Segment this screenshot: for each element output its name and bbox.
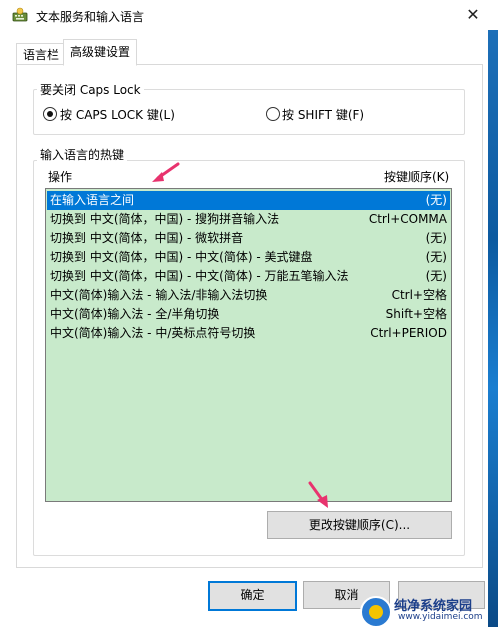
column-header-key-sequence: 按键顺序(K) [384, 170, 450, 184]
hotkey-row[interactable]: 切换到 中文(简体，中国) - 中文(简体) - 万能五笔输入法 (无) [47, 267, 450, 286]
hotkey-action: 在输入语言之间 [50, 193, 135, 207]
tab-language-bar[interactable]: 语言栏 [16, 43, 67, 66]
hotkey-keys: Ctrl+空格 [391, 288, 447, 302]
shift-radio[interactable] [266, 107, 280, 121]
hotkey-row[interactable]: 中文(简体)输入法 - 输入法/非输入法切换 Ctrl+空格 [47, 286, 450, 305]
watermark-logo-icon [360, 596, 392, 628]
annotation-arrow-icon [152, 162, 180, 182]
column-header-action: 操作 [48, 170, 73, 184]
change-key-sequence-button[interactable]: 更改按键顺序(C)... [267, 511, 452, 539]
annotation-arrow-icon [308, 481, 328, 508]
hotkey-row[interactable]: 切换到 中文(简体，中国) - 搜狗拼音输入法 Ctrl+COMMA [47, 210, 450, 229]
hotkey-row[interactable]: 中文(简体)输入法 - 全/半角切换 Shift+空格 [47, 305, 450, 324]
radio-selected-dot [47, 111, 53, 117]
title-bar[interactable]: 文本服务和输入语言 ✕ [0, 0, 498, 30]
hotkey-action: 中文(简体)输入法 - 中/英标点符号切换 [50, 326, 256, 340]
shift-radio-label[interactable]: 按 SHIFT 键(F) [282, 106, 364, 123]
tab-advanced-key-settings[interactable]: 高级键设置 [63, 39, 138, 66]
caps-lock-group-legend: 要关闭 Caps Lock [37, 81, 144, 98]
window-title: 文本服务和输入语言 [36, 10, 145, 24]
hotkey-row[interactable]: 在输入语言之间 (无) [47, 191, 450, 210]
hotkey-keys: (无) [425, 193, 447, 207]
keyboard-app-icon [12, 7, 28, 22]
hotkeys-list[interactable]: 在输入语言之间 (无) 切换到 中文(简体，中国) - 搜狗拼音输入法 Ctrl… [45, 188, 452, 502]
hotkey-action: 切换到 中文(简体，中国) - 中文(简体) - 万能五笔输入法 [50, 269, 349, 283]
close-icon[interactable]: ✕ [462, 4, 484, 26]
hotkey-keys: Ctrl+COMMA [368, 212, 447, 226]
caps-lock-radio[interactable] [43, 107, 57, 121]
hotkey-row[interactable]: 切换到 中文(简体，中国) - 中文(简体) - 美式键盘 (无) [47, 248, 450, 267]
desktop-background-edge [488, 30, 498, 627]
hotkey-keys: Ctrl+PERIOD [370, 326, 447, 340]
hotkey-action: 切换到 中文(简体，中国) - 中文(简体) - 美式键盘 [50, 250, 313, 264]
caps-lock-radio-label[interactable]: 按 CAPS LOCK 键(L) [60, 106, 175, 123]
watermark-url: www.yidaimei.com [398, 612, 483, 622]
hotkey-action: 切换到 中文(简体，中国) - 微软拼音 [50, 231, 244, 245]
hotkey-row[interactable]: 中文(简体)输入法 - 中/英标点符号切换 Ctrl+PERIOD [47, 324, 450, 343]
hotkey-keys: (无) [425, 250, 447, 264]
hotkey-row[interactable]: 切换到 中文(简体，中国) - 微软拼音 (无) [47, 229, 450, 248]
watermark: 纯净系统家园 www.yidaimei.com [360, 594, 498, 628]
hotkeys-group-legend: 输入语言的热键 [37, 146, 128, 163]
hotkey-action: 中文(简体)输入法 - 输入法/非输入法切换 [50, 288, 268, 302]
hotkey-action: 切换到 中文(简体，中国) - 搜狗拼音输入法 [50, 212, 280, 226]
hotkey-keys: (无) [425, 269, 447, 283]
ok-button[interactable]: 确定 [208, 581, 297, 611]
hotkey-action: 中文(简体)输入法 - 全/半角切换 [50, 307, 220, 321]
hotkey-keys: Shift+空格 [385, 307, 447, 321]
hotkey-keys: (无) [425, 231, 447, 245]
